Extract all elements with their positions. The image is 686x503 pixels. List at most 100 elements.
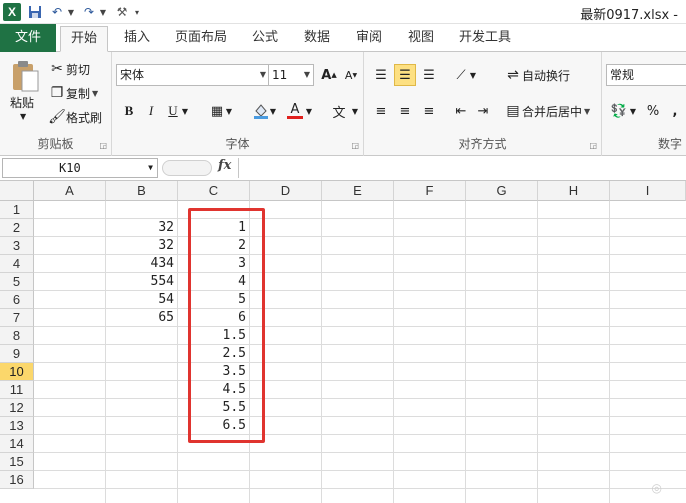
copy-label: 复制 xyxy=(66,86,91,101)
font-color-button[interactable]: A xyxy=(284,100,306,122)
tab-data[interactable]: 数据 xyxy=(296,26,338,52)
column-header-a[interactable]: A xyxy=(34,181,106,201)
cut-button[interactable]: ✂ 剪切 xyxy=(48,60,90,78)
undo-icon[interactable]: ↶ xyxy=(48,3,66,21)
increase-indent-icon[interactable]: ⇥ xyxy=(472,100,494,122)
bold-button[interactable]: B xyxy=(118,100,140,122)
tab-home[interactable]: 开始 xyxy=(60,26,108,52)
copy-icon: ❐ xyxy=(50,85,64,101)
cell-b7[interactable]: 65 xyxy=(106,309,178,327)
row-header-7[interactable]: 7 xyxy=(0,309,34,327)
font-color-dropdown-icon[interactable]: ▼ xyxy=(304,100,314,122)
row-header-6[interactable]: 6 xyxy=(0,291,34,309)
row-header-16[interactable]: 16 xyxy=(0,471,34,489)
row-header-9[interactable]: 9 xyxy=(0,345,34,363)
phonetic-dropdown-icon[interactable]: ▼ xyxy=(350,100,360,122)
align-center-icon[interactable]: ≡ xyxy=(394,100,416,122)
tab-formulas[interactable]: 公式 xyxy=(244,26,286,52)
column-header-d[interactable]: D xyxy=(250,181,322,201)
watermark-icon: ◎ xyxy=(651,481,662,495)
tab-review[interactable]: 审阅 xyxy=(348,26,390,52)
italic-button[interactable]: I xyxy=(140,100,162,122)
decrease-indent-icon[interactable]: ⇤ xyxy=(450,100,472,122)
merge-center-button[interactable]: ▤ 合并后居中 ▼ xyxy=(504,102,590,120)
column-header-f[interactable]: F xyxy=(394,181,466,201)
format-painter-button[interactable]: 🖌 格式刷 xyxy=(48,108,102,126)
column-header-c[interactable]: C xyxy=(178,181,250,201)
cell-b4[interactable]: 434 xyxy=(106,255,178,273)
column-header-b[interactable]: B xyxy=(106,181,178,201)
name-box-value: K10 xyxy=(59,161,81,175)
redo-dropdown-icon[interactable]: ▼ xyxy=(98,3,108,21)
row-header-4[interactable]: 4 xyxy=(0,255,34,273)
row-header-11[interactable]: 11 xyxy=(0,381,34,399)
comma-button[interactable]: , xyxy=(664,100,686,122)
formula-bar-splitter[interactable] xyxy=(162,160,212,176)
cell-b3[interactable]: 32 xyxy=(106,237,178,255)
row-header-1[interactable]: 1 xyxy=(0,201,34,219)
clipboard-group-label: 剪贴板 xyxy=(37,137,74,151)
row-header-3[interactable]: 3 xyxy=(0,237,34,255)
alignment-launcher-icon[interactable]: ◲ xyxy=(589,141,597,150)
row-header-2[interactable]: 2 xyxy=(0,219,34,237)
align-bottom-icon[interactable]: ☰ xyxy=(418,64,440,86)
font-name-select[interactable]: 宋体 ▼ xyxy=(116,64,270,86)
align-top-icon[interactable]: ☰ xyxy=(370,64,392,86)
paste-button[interactable]: 粘贴 xyxy=(10,94,34,111)
cell-b6[interactable]: 54 xyxy=(106,291,178,309)
shrink-font-button[interactable]: A ▼ xyxy=(340,64,362,86)
cell-b2[interactable]: 32 xyxy=(106,219,178,237)
select-all-corner[interactable] xyxy=(0,181,34,201)
number-group-label: 数字 xyxy=(657,137,682,151)
column-header-i[interactable]: I xyxy=(610,181,686,201)
row-gridline xyxy=(34,488,686,489)
redo-icon[interactable]: ↷ xyxy=(80,3,98,21)
row-header-14[interactable]: 14 xyxy=(0,435,34,453)
qat-customize-icon[interactable]: ▾ xyxy=(134,3,140,21)
align-left-icon[interactable]: ≡ xyxy=(370,100,392,122)
cell-b5[interactable]: 554 xyxy=(106,273,178,291)
fill-color-dropdown-icon[interactable]: ▼ xyxy=(268,100,278,122)
column-header-h[interactable]: H xyxy=(538,181,610,201)
border-dropdown-icon[interactable]: ▼ xyxy=(224,100,234,122)
font-size-select[interactable]: 11 ▼ xyxy=(268,64,314,86)
row-header-5[interactable]: 5 xyxy=(0,273,34,291)
align-right-icon[interactable]: ≡ xyxy=(418,100,440,122)
row-header-8[interactable]: 8 xyxy=(0,327,34,345)
excel-logo-icon: X xyxy=(3,3,21,21)
column-gridline xyxy=(537,201,538,503)
clipboard-launcher-icon[interactable]: ◲ xyxy=(99,141,107,150)
wrap-text-button[interactable]: ⇌ 自动换行 xyxy=(504,66,570,84)
row-header-12[interactable]: 12 xyxy=(0,399,34,417)
copy-button[interactable]: ❐ 复制 ▼ xyxy=(48,84,98,102)
column-header-e[interactable]: E xyxy=(322,181,394,201)
column-header-g[interactable]: G xyxy=(466,181,538,201)
currency-dropdown-icon[interactable]: ▼ xyxy=(628,100,638,122)
tools-icon[interactable]: ⚒ xyxy=(112,3,132,21)
grow-font-button[interactable]: A ▲ xyxy=(318,64,340,86)
tab-file[interactable]: 文件 xyxy=(0,24,56,52)
row-header-10[interactable]: 10 xyxy=(0,363,34,381)
phonetic-button[interactable]: 文 xyxy=(326,100,352,122)
percent-button[interactable]: % xyxy=(642,100,664,122)
row-header-13[interactable]: 13 xyxy=(0,417,34,435)
paste-icon[interactable] xyxy=(8,58,42,94)
underline-dropdown-icon[interactable]: ▼ xyxy=(180,100,190,122)
tab-developer[interactable]: 开发工具 xyxy=(452,26,518,52)
orientation-dropdown-icon[interactable]: ▼ xyxy=(468,64,478,86)
currency-icon[interactable]: 💱 xyxy=(608,100,630,122)
undo-dropdown-icon[interactable]: ▼ xyxy=(66,3,76,21)
tab-view[interactable]: 视图 xyxy=(400,26,442,52)
paste-dropdown-icon[interactable]: ▼ xyxy=(20,112,26,121)
insert-function-icon[interactable]: fx xyxy=(218,158,231,173)
align-middle-icon[interactable]: ☰ xyxy=(394,64,416,86)
save-icon[interactable] xyxy=(26,3,44,21)
formula-input[interactable] xyxy=(238,158,684,178)
name-box[interactable]: K10 ▼ xyxy=(2,158,158,178)
tab-insert[interactable]: 插入 xyxy=(114,26,160,52)
font-launcher-icon[interactable]: ◲ xyxy=(351,141,359,150)
font-size-value: 11 xyxy=(272,68,288,82)
number-format-select[interactable]: 常规 xyxy=(606,64,686,86)
tab-page-layout[interactable]: 页面布局 xyxy=(170,26,232,52)
row-header-15[interactable]: 15 xyxy=(0,453,34,471)
